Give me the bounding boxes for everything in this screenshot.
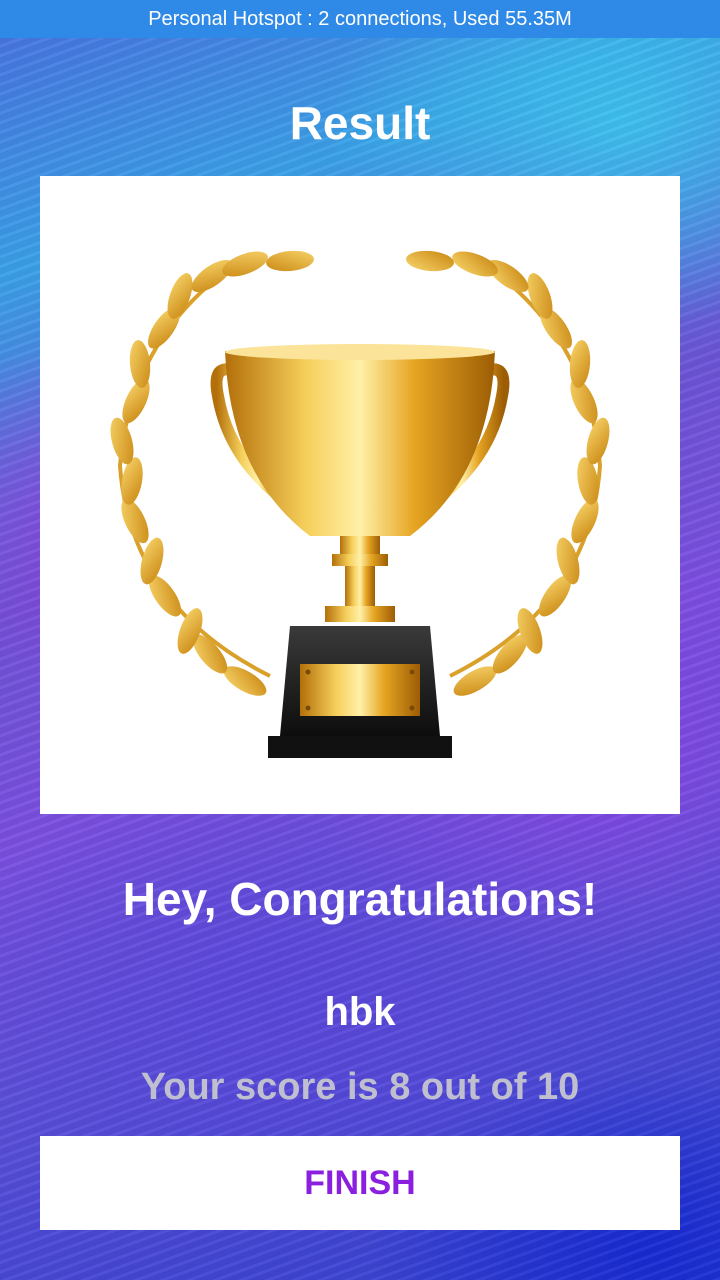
score-text: Your score is 8 out of 10 [140, 1066, 580, 1108]
congratulations-heading: Hey, Congratulations! [122, 873, 598, 925]
user-name: hbk [324, 990, 396, 1034]
trophy-image [40, 176, 680, 814]
finish-button[interactable]: FINISH [40, 1136, 680, 1230]
page-title: Result [289, 97, 431, 149]
status-bar: Personal Hotspot : 2 connections, Used 5… [0, 0, 720, 38]
status-bar-text: Personal Hotspot : 2 connections, Used 5… [148, 7, 572, 30]
trophy-icon [106, 246, 614, 758]
